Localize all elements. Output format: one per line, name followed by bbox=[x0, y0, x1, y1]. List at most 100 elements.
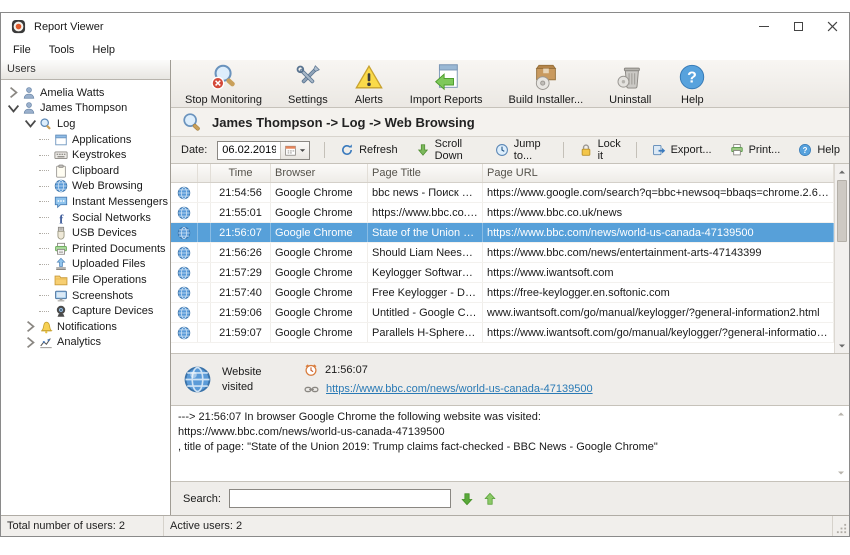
search-next-button[interactable] bbox=[460, 492, 474, 506]
datebar-export-button[interactable]: Export... bbox=[643, 140, 721, 160]
toolbar-uninstall-button[interactable]: Uninstall bbox=[605, 61, 655, 107]
tree-item-file-operations[interactable]: File Operations bbox=[1, 272, 170, 288]
datebar-print-button[interactable]: Print... bbox=[721, 140, 790, 160]
menu-bar: FileToolsHelp bbox=[1, 40, 849, 60]
expander-collapsed-icon[interactable] bbox=[7, 89, 20, 97]
table-row[interactable]: 21:57:40Google ChromeFree Keylogger - Do… bbox=[171, 283, 834, 303]
toolbar-stop-monitoring-button[interactable]: Stop Monitoring bbox=[181, 61, 266, 107]
menu-help[interactable]: Help bbox=[83, 41, 124, 59]
column-header-browser[interactable]: Browser bbox=[271, 164, 368, 182]
expander-collapsed-icon[interactable] bbox=[24, 338, 37, 346]
column-header-page-url[interactable]: Page URL bbox=[483, 164, 834, 182]
social-networks-icon: f bbox=[54, 211, 68, 225]
alerts-icon bbox=[354, 62, 384, 92]
toolbar-settings-button[interactable]: Settings bbox=[284, 61, 332, 107]
tree-item-amelia-watts[interactable]: Amelia Watts bbox=[1, 85, 170, 101]
log-scroll-down-icon[interactable] bbox=[836, 469, 846, 477]
table-row[interactable]: 21:59:07Google ChromeParallels H-Sphere … bbox=[171, 323, 834, 343]
tree-item-clipboard[interactable]: Clipboard bbox=[1, 163, 170, 179]
date-input[interactable] bbox=[218, 142, 280, 159]
tree-item-social-networks[interactable]: fSocial Networks bbox=[1, 210, 170, 226]
column-header-time[interactable]: Time bbox=[211, 164, 271, 182]
scrollbar-thumb[interactable] bbox=[837, 180, 847, 242]
toolbar-build-installer-button[interactable]: Build Installer... bbox=[505, 61, 588, 107]
row-title-cell: Parallels H-Sphere - Googl... bbox=[368, 323, 483, 342]
table-row[interactable]: 21:59:06Google ChromeUntitled - Google C… bbox=[171, 303, 834, 323]
table-row[interactable]: 21:56:07Google ChromeState of the Union … bbox=[171, 223, 834, 243]
table-scrollbar[interactable] bbox=[834, 164, 849, 353]
tree-item-label: Applications bbox=[72, 134, 131, 146]
expander-expanded-icon[interactable] bbox=[24, 120, 37, 128]
maximize-button[interactable] bbox=[781, 13, 815, 40]
breadcrumb-bar: James Thompson -> Log -> Web Browsing bbox=[171, 108, 849, 137]
datebar-refresh-button[interactable]: Refresh bbox=[331, 140, 407, 160]
scroll-down-icon bbox=[416, 143, 430, 157]
datebar-scroll-down-button[interactable]: Scroll Down bbox=[407, 135, 486, 165]
tree-connector bbox=[39, 279, 49, 280]
expander-expanded-icon[interactable] bbox=[7, 104, 20, 112]
web-browsing-icon bbox=[177, 286, 191, 300]
web-browsing-icon bbox=[177, 326, 191, 340]
log-line: , title of page: "State of the Union 201… bbox=[178, 440, 829, 455]
tree-item-james-thompson[interactable]: James Thompson bbox=[1, 101, 170, 117]
row-url-cell: www.iwantsoft.com/go/manual/keylogger/?g… bbox=[483, 303, 834, 322]
log-line: https://www.bbc.com/news/world-us-canada… bbox=[178, 425, 829, 440]
expander-collapsed-icon[interactable] bbox=[24, 323, 37, 331]
close-button[interactable] bbox=[815, 13, 849, 40]
resize-grip-icon bbox=[836, 523, 847, 534]
log-scroll-up-icon[interactable] bbox=[836, 410, 846, 418]
tree-item-log[interactable]: Log bbox=[1, 116, 170, 132]
tree-item-capture-devices[interactable]: Capture Devices bbox=[1, 303, 170, 319]
tree-item-web-browsing[interactable]: Web Browsing bbox=[1, 179, 170, 195]
event-type-label: Website visited bbox=[222, 365, 278, 394]
tree-item-printed-documents[interactable]: Printed Documents bbox=[1, 241, 170, 257]
tree-item-instant-messengers[interactable]: Instant Messengers bbox=[1, 194, 170, 210]
date-picker-button[interactable] bbox=[280, 142, 309, 159]
table-row[interactable]: 21:55:01Google Chromehttps://www.bbc.co.… bbox=[171, 203, 834, 223]
menu-file[interactable]: File bbox=[4, 41, 40, 59]
datebar-lock-it-button[interactable]: Lock it bbox=[570, 135, 630, 165]
tree-item-notifications[interactable]: Notifications bbox=[1, 319, 170, 335]
tree-item-analytics[interactable]: Analytics bbox=[1, 335, 170, 351]
row-spacer-cell bbox=[198, 283, 211, 302]
toolbar-alerts-button[interactable]: Alerts bbox=[350, 61, 388, 107]
row-spacer-cell bbox=[198, 203, 211, 222]
datebar-jump-to-button[interactable]: Jump to... bbox=[486, 135, 557, 165]
scroll-down-button[interactable] bbox=[835, 338, 849, 353]
tree-item-uploaded-files[interactable]: Uploaded Files bbox=[1, 257, 170, 273]
toolbar-import-reports-button[interactable]: Import Reports bbox=[406, 61, 487, 107]
tree-connector bbox=[39, 233, 49, 234]
tree-item-applications[interactable]: Applications bbox=[1, 132, 170, 148]
row-browser-cell: Google Chrome bbox=[271, 303, 368, 322]
datebar-button-label: Jump to... bbox=[514, 138, 548, 162]
minimize-button[interactable] bbox=[747, 13, 781, 40]
instant-messengers-icon bbox=[54, 195, 68, 209]
tree-item-usb-devices[interactable]: USB Devices bbox=[1, 225, 170, 241]
log-text-view[interactable]: ---> 21:56:07 In browser Google Chrome t… bbox=[171, 406, 849, 482]
search-input[interactable] bbox=[229, 489, 451, 508]
status-bar: Total number of users: 2 Active users: 2 bbox=[1, 515, 849, 536]
search-prev-button[interactable] bbox=[483, 492, 497, 506]
tree-item-label: James Thompson bbox=[40, 102, 127, 114]
tree-item-label: Notifications bbox=[57, 321, 117, 333]
scroll-up-button[interactable] bbox=[835, 164, 849, 179]
row-type-cell bbox=[171, 183, 198, 202]
web-browsing-icon bbox=[177, 206, 191, 220]
printed-documents-icon bbox=[54, 242, 68, 256]
toolbar-button-label: Help bbox=[681, 94, 704, 106]
datebar-help-button[interactable]: ?Help bbox=[789, 140, 849, 160]
menu-tools[interactable]: Tools bbox=[40, 41, 84, 59]
table-row[interactable]: 21:57:29Google ChromeKeylogger Software … bbox=[171, 263, 834, 283]
details-url-link[interactable]: https://www.bbc.com/news/world-us-canada… bbox=[326, 383, 593, 395]
row-title-cell: State of the Union 2019: T... bbox=[368, 223, 483, 242]
tree-item-keystrokes[interactable]: Keystrokes bbox=[1, 147, 170, 163]
breadcrumb-search-icon bbox=[181, 111, 203, 133]
toolbar-help-button[interactable]: ?Help bbox=[673, 61, 711, 107]
column-header-icon[interactable] bbox=[171, 164, 198, 182]
row-title-cell: Keylogger Software by Iw... bbox=[368, 263, 483, 282]
table-row[interactable]: 21:54:56Google Chromebbc news - Поиск в … bbox=[171, 183, 834, 203]
row-browser-cell: Google Chrome bbox=[271, 203, 368, 222]
tree-item-screenshots[interactable]: Screenshots bbox=[1, 288, 170, 304]
column-header-page-title[interactable]: Page Title bbox=[368, 164, 483, 182]
table-row[interactable]: 21:56:26Google ChromeShould Liam Neeson … bbox=[171, 243, 834, 263]
